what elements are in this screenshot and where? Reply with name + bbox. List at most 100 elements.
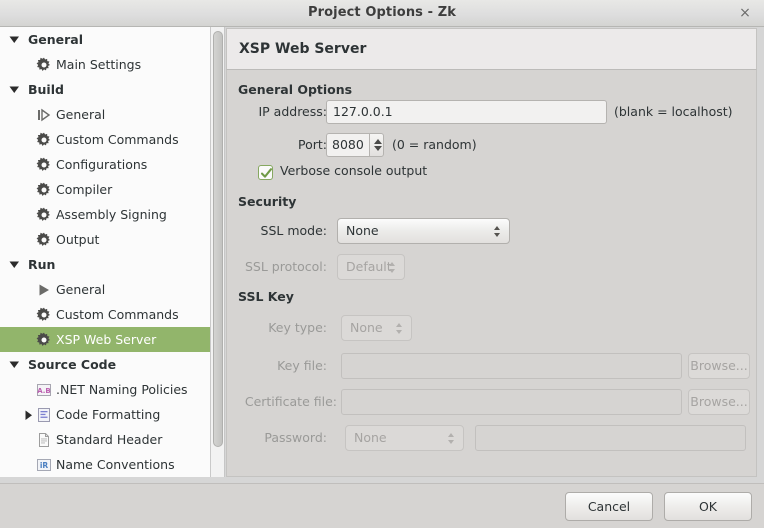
stepper-down-icon[interactable] xyxy=(373,146,382,151)
tree-item-general[interactable]: General xyxy=(0,102,210,127)
gear-icon xyxy=(36,332,50,346)
tree-item-general[interactable]: General xyxy=(0,27,210,52)
ab-label-icon: A.B xyxy=(37,384,51,396)
cancel-button[interactable]: Cancel xyxy=(565,492,653,521)
tree-item-main-settings[interactable]: Main Settings xyxy=(0,52,210,77)
key-type-select: None xyxy=(341,315,412,341)
gear-icon xyxy=(36,131,52,147)
window-title: Project Options - Zk xyxy=(307,5,457,20)
port-label: Port: xyxy=(298,137,327,152)
password-mode-select: None xyxy=(345,425,464,451)
gear-icon xyxy=(36,232,50,246)
doc-lines-icon xyxy=(36,406,52,422)
port-hint: (0 = random) xyxy=(392,137,477,152)
tree-item-label: Custom Commands xyxy=(56,132,179,147)
tree-item-label: Configurations xyxy=(56,157,148,172)
security-section-title: Security xyxy=(238,194,297,209)
panel-body: General Options IP address: 127.0.0.1 (b… xyxy=(226,70,757,477)
tree-item-label: Code Formatting xyxy=(56,407,161,422)
sidebar-scrollbar-thumb[interactable] xyxy=(213,31,223,447)
tree-item-label: Custom Commands xyxy=(56,307,179,322)
ssl-mode-label: SSL mode: xyxy=(260,223,327,238)
key-file-label: Key file: xyxy=(277,358,327,373)
tree-item-run[interactable]: Run xyxy=(0,252,210,277)
tree-item-source-code[interactable]: Source Code xyxy=(0,352,210,377)
expander-down-icon[interactable] xyxy=(9,77,23,102)
expander-down-icon[interactable] xyxy=(9,27,23,52)
gear-icon xyxy=(36,181,52,197)
key-file-browse-button: Browse... xyxy=(688,353,750,379)
tree-item-label: Build xyxy=(28,82,64,97)
key-file-input xyxy=(341,353,682,379)
close-icon[interactable]: × xyxy=(736,5,754,22)
certificate-file-browse-button: Browse... xyxy=(688,389,750,415)
tree-item-label: Output xyxy=(56,232,100,247)
expander-down-icon[interactable] xyxy=(9,252,23,277)
expander-down-icon[interactable] xyxy=(9,352,23,377)
chevron-updown-icon xyxy=(494,226,501,237)
tree-item-label: General xyxy=(56,107,106,122)
ssl-protocol-select: Default xyxy=(337,254,405,280)
tree-item-standard-header[interactable]: Standard Header xyxy=(0,427,210,452)
page-title: XSP Web Server xyxy=(239,41,367,57)
expander-down-icon xyxy=(9,361,19,368)
play-bar-icon xyxy=(36,106,52,122)
play-icon xyxy=(39,284,49,296)
tree-item-compiler[interactable]: Compiler xyxy=(0,177,210,202)
tree-item-output[interactable]: Output xyxy=(0,227,210,252)
gear-icon xyxy=(36,231,52,247)
certificate-file-input xyxy=(341,389,682,415)
ok-button[interactable]: OK xyxy=(664,492,752,521)
ab-label-icon: A.B xyxy=(36,381,52,397)
panel-header: XSP Web Server xyxy=(226,28,757,70)
tree-item-general[interactable]: General xyxy=(0,277,210,302)
gear-icon xyxy=(36,156,52,172)
tree-item-custom-commands[interactable]: Custom Commands xyxy=(0,127,210,152)
gear-icon xyxy=(36,331,52,347)
ir-label-icon: iR xyxy=(36,456,52,472)
ssl-key-section-title: SSL Key xyxy=(238,289,294,304)
tree-item-assembly-signing[interactable]: Assembly Signing xyxy=(0,202,210,227)
options-panel: XSP Web Server General Options IP addres… xyxy=(226,28,757,477)
gear-icon xyxy=(36,57,50,71)
expander-down-icon xyxy=(9,261,19,268)
stepper-up-icon[interactable] xyxy=(373,139,382,144)
ssl-protocol-label: SSL protocol: xyxy=(244,259,327,274)
tree-item-code-formatting[interactable]: Code Formatting xyxy=(0,402,210,427)
tree-item-label: Main Settings xyxy=(56,57,142,72)
doc-lines-icon xyxy=(38,408,50,422)
ir-label-icon: iR xyxy=(37,459,51,471)
tree-item-name-conventions[interactable]: iR Name Conventions xyxy=(0,452,210,477)
port-stepper-buttons[interactable] xyxy=(368,133,384,157)
port-input[interactable]: 8080 xyxy=(326,133,369,157)
tree-item-xsp-web-server[interactable]: XSP Web Server xyxy=(0,327,210,352)
options-tree[interactable]: General Main Settings Build General Custom C… xyxy=(0,27,211,477)
ssl-mode-value: None xyxy=(346,223,379,238)
tree-item-build[interactable]: Build xyxy=(0,77,210,102)
tree-item-label: Source Code xyxy=(28,357,117,372)
gear-icon xyxy=(36,207,50,221)
key-type-label: Key type: xyxy=(268,320,327,335)
verbose-console-output-checkbox[interactable] xyxy=(258,165,273,180)
tree-item-label: XSP Web Server xyxy=(56,332,157,347)
tree-item-label: Name Conventions xyxy=(56,457,175,472)
certificate-file-label: Certificate file: xyxy=(244,394,337,409)
general-options-section-title: General Options xyxy=(238,82,353,97)
tree-item-configurations[interactable]: Configurations xyxy=(0,152,210,177)
gear-icon xyxy=(36,206,52,222)
tree-item-label: Run xyxy=(28,257,56,272)
sidebar-scrollbar[interactable] xyxy=(211,27,225,477)
port-stepper[interactable]: 8080 xyxy=(326,133,384,157)
ip-address-input[interactable]: 127.0.0.1 xyxy=(326,100,607,124)
gear-icon xyxy=(36,306,52,322)
ssl-mode-select[interactable]: None xyxy=(337,218,510,244)
tree-item-net-naming-policies[interactable]: A.B .NET Naming Policies xyxy=(0,377,210,402)
tree-item-custom-commands[interactable]: Custom Commands xyxy=(0,302,210,327)
svg-text:A.B: A.B xyxy=(37,387,51,395)
svg-text:iR: iR xyxy=(40,461,49,470)
play-icon xyxy=(36,281,52,297)
password-input xyxy=(475,425,746,451)
expander-right-icon xyxy=(25,410,32,420)
gear-icon xyxy=(36,307,50,321)
key-type-value: None xyxy=(350,320,383,335)
